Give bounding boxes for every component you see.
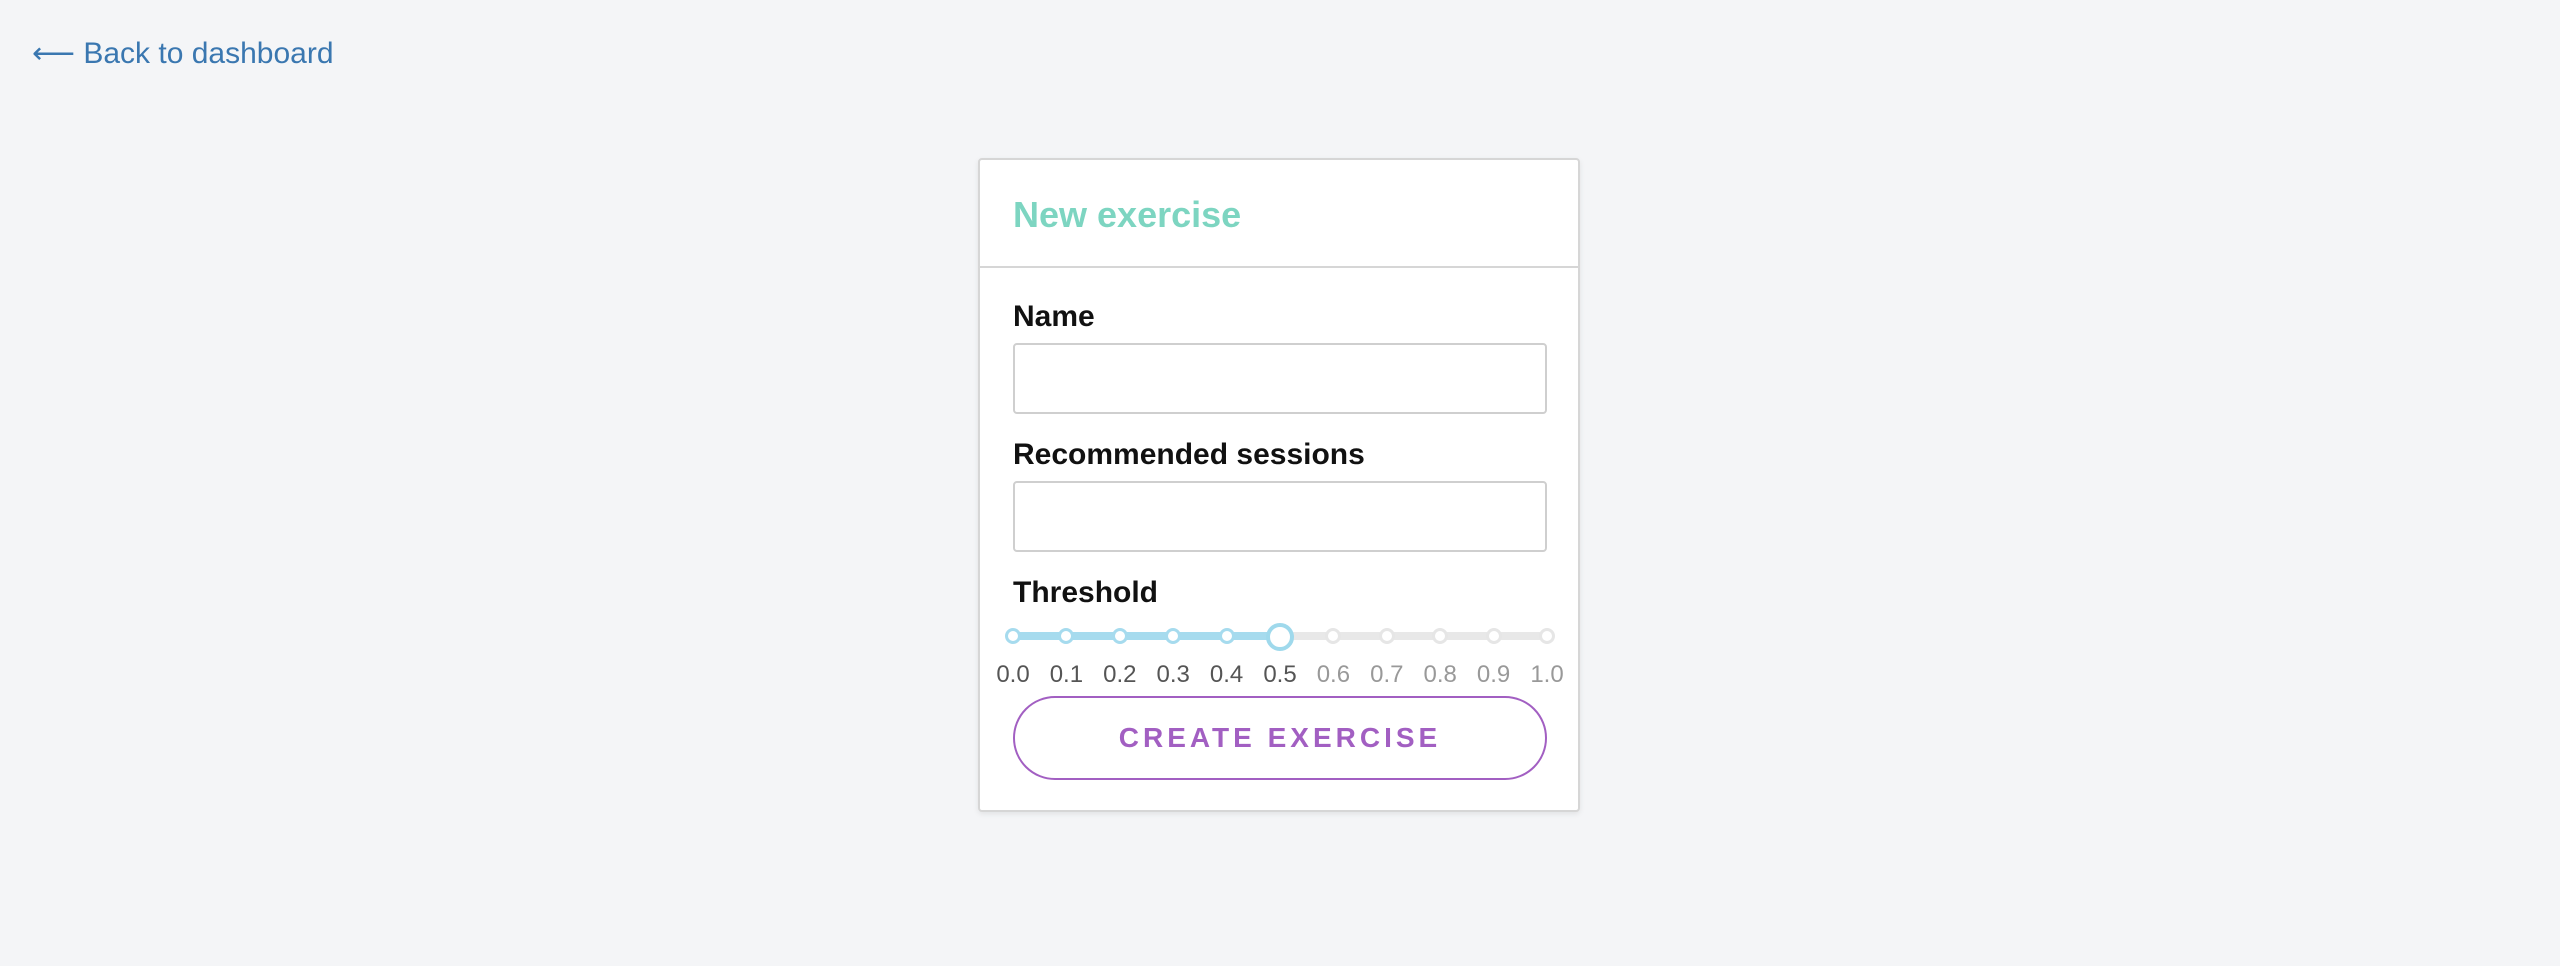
slider-mark-label[interactable]: 0.8	[1410, 660, 1470, 690]
slider-step-dot[interactable]	[1432, 628, 1449, 644]
slider-step-dot[interactable]	[1111, 628, 1128, 644]
recommended-sessions-label: Recommended sessions	[1013, 438, 1365, 471]
slider-mark-label[interactable]: 0.9	[1464, 660, 1524, 690]
slider-step-dot[interactable]	[1218, 628, 1235, 644]
recommended-sessions-input[interactable]	[1013, 481, 1547, 552]
slider-step-dot[interactable]	[1378, 628, 1395, 644]
threshold-label: Threshold	[1013, 576, 1159, 609]
slider-mark-label[interactable]: 0.5	[1250, 660, 1310, 690]
slider-step-dot[interactable]	[1325, 628, 1342, 644]
slider-step-dot[interactable]	[1005, 628, 1021, 644]
slider-mark-label[interactable]: 0.1	[1036, 660, 1096, 690]
slider-step-dot[interactable]	[1539, 628, 1555, 644]
slider-step-dot[interactable]	[1485, 628, 1502, 644]
slider-mark-label[interactable]: 0.6	[1303, 660, 1363, 690]
slider-handle[interactable]	[1266, 623, 1294, 651]
name-label: Name	[1013, 300, 1095, 333]
slider-track-fill	[1013, 632, 1280, 640]
back-to-dashboard-link[interactable]: ⟵ Back to dashboard	[32, 34, 334, 74]
slider-mark-label[interactable]: 0.4	[1197, 660, 1257, 690]
slider-step-dot[interactable]	[1058, 628, 1075, 644]
slider-mark-label[interactable]: 0.7	[1357, 660, 1417, 690]
page-title: New exercise	[1013, 194, 1242, 235]
slider-mark-label[interactable]: 0.3	[1143, 660, 1203, 690]
slider-mark-label[interactable]: 0.0	[983, 660, 1043, 690]
create-exercise-button[interactable]: CREATE EXERCISE	[1013, 696, 1547, 780]
slider-mark-label[interactable]: 1.0	[1517, 660, 1577, 690]
threshold-slider[interactable]: 0.0 0.1 0.2 0.3 0.4 0.5 0.6 0.7 0.8 0.9 1.0	[996, 612, 1564, 692]
slider-step-dot[interactable]	[1165, 628, 1182, 644]
new-exercise-card: New exercise Name Recommended sessions T…	[978, 158, 1580, 812]
name-input[interactable]	[1013, 343, 1547, 414]
card-header: New exercise	[980, 160, 1578, 268]
slider-mark-label[interactable]: 0.2	[1090, 660, 1150, 690]
